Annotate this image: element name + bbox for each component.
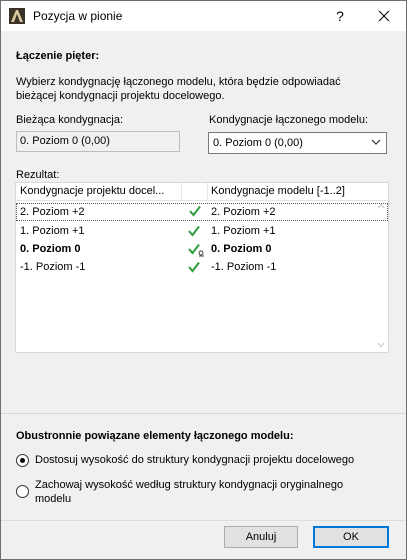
description-line-1: Wybierz kondygnację łączonego modelu, kt… — [16, 76, 341, 88]
ok-button[interactable]: OK — [313, 526, 389, 548]
checkmark-icon — [188, 225, 200, 237]
row-model-story: 1. Poziom +1 — [211, 225, 276, 237]
close-button[interactable] — [362, 1, 406, 31]
radio-keep-height-label-line1[interactable]: Zachowaj wysokość według struktury kondy… — [35, 478, 343, 492]
scroll-down-arrow-icon[interactable] — [377, 342, 385, 348]
scroll-up-arrow-icon[interactable] — [377, 203, 385, 209]
cancel-button[interactable]: Anuluj — [224, 526, 298, 548]
radio-adjust-height-label[interactable]: Dostosuj wysokość do struktury kondygnac… — [35, 453, 354, 467]
help-button[interactable]: ? — [318, 1, 362, 31]
footer-separator — [1, 520, 406, 521]
result-table[interactable]: Kondygnacje projektu docel... Kondygnacj… — [15, 182, 389, 353]
table-header: Kondygnacje projektu docel... Kondygnacj… — [16, 183, 388, 201]
merged-story-selected: 0. Poziom 0 (0,00) — [213, 137, 303, 149]
title-bar: Pozycja w pionie ? — [1, 1, 406, 31]
row-model-story: 0. Poziom 0 — [211, 243, 272, 255]
checkmark-link-icon — [188, 243, 204, 257]
table-row[interactable]: 1. Poziom +1 1. Poziom +1 — [16, 222, 388, 240]
column-separator[interactable] — [181, 183, 182, 201]
row-target-story: 0. Poziom 0 — [20, 243, 81, 255]
merged-story-label: Kondygnacje łączonego modelu: — [209, 114, 369, 126]
radio-keep-height-label-line2[interactable]: modelu — [35, 492, 71, 506]
app-icon — [9, 8, 25, 24]
dialog-window: Pozycja w pionie ? Łączenie pięter: Wybi… — [0, 0, 407, 560]
column-separator[interactable] — [207, 183, 208, 201]
table-row[interactable]: -1. Poziom -1 -1. Poziom -1 — [16, 258, 388, 276]
radio-keep-height[interactable] — [16, 485, 29, 498]
table-row[interactable]: 2. Poziom +2 2. Poziom +2 — [16, 203, 388, 221]
column-header-model[interactable]: Kondygnacje modelu [-1..2] — [211, 185, 381, 197]
section-title-linked-elements: Obustronnie powiązane elementy łączonego… — [16, 430, 294, 442]
row-target-story: 1. Poziom +1 — [20, 225, 85, 237]
window-title: Pozycja w pionie — [33, 9, 123, 23]
table-row[interactable]: 0. Poziom 0 0. Poziom 0 — [16, 240, 388, 258]
row-model-story: -1. Poziom -1 — [211, 261, 277, 273]
current-story-value: 0. Poziom 0 (0,00) — [20, 135, 110, 147]
current-story-label: Bieżąca kondygnacja: — [16, 114, 124, 126]
row-target-story: 2. Poziom +2 — [20, 206, 85, 218]
close-icon — [378, 10, 390, 22]
checkmark-icon — [188, 261, 200, 273]
radio-adjust-height[interactable] — [16, 454, 29, 467]
description-line-2: bieżącej kondygnacji projektu docelowego… — [16, 90, 225, 102]
merged-story-dropdown[interactable]: 0. Poziom 0 (0,00) — [208, 132, 387, 154]
checkmark-icon — [189, 205, 201, 217]
row-target-story: -1. Poziom -1 — [20, 261, 86, 273]
current-story-field: 0. Poziom 0 (0,00) — [16, 131, 180, 152]
column-header-target[interactable]: Kondygnacje projektu docel... — [20, 185, 180, 197]
row-model-story: 2. Poziom +2 — [211, 206, 276, 218]
section-title-join: Łączenie pięter: — [16, 50, 100, 62]
result-label: Rezultat: — [16, 169, 60, 181]
chevron-down-icon — [371, 139, 381, 145]
section-divider — [1, 413, 406, 414]
